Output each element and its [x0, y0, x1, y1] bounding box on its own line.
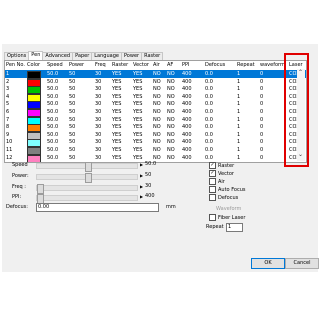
cell-power: 50 [69, 154, 76, 161]
col-ppi: PPI [182, 62, 190, 68]
col-freq: Freq [95, 62, 106, 68]
ppi-label: PPI: [12, 194, 22, 200]
cell-freq: 30 [95, 154, 102, 161]
fiber-laser-checkbox[interactable]: Fiber Laser [209, 214, 245, 221]
tab-bar: Options Pen Advanced Paper Language Powe… [4, 51, 164, 60]
power-slider[interactable] [36, 173, 138, 183]
spin-arrow-icon[interactable]: ▶ [140, 161, 143, 168]
checkbox-box[interactable] [209, 194, 216, 201]
checkbox-box[interactable] [209, 178, 216, 185]
checkbox-box[interactable] [209, 214, 216, 221]
col-power: Power [69, 62, 85, 68]
cell-repeat: 1 [237, 154, 241, 161]
tab-raster[interactable]: Raster [141, 52, 164, 60]
table-scrollbar[interactable]: ⌃ ⌄ [297, 69, 305, 161]
col-vector: Vector [133, 62, 149, 68]
repeat-input[interactable]: 1 [226, 223, 243, 232]
spin-arrow-icon[interactable]: ▶ [140, 183, 143, 190]
spin-arrow-icon[interactable]: ▶ [140, 193, 143, 200]
tab-paper[interactable]: Paper [72, 52, 93, 60]
ppi-slider[interactable] [36, 194, 138, 204]
checkbox-box[interactable]: ✓ [209, 162, 216, 169]
repeat-label: Repeat [206, 224, 224, 230]
speed-slider-thumb[interactable] [84, 162, 92, 172]
col-air: Air [153, 62, 160, 68]
defocus-checkbox[interactable]: Defocus [209, 194, 238, 201]
defocus-unit: mm [166, 204, 176, 210]
speed-spinner[interactable]: ▶ 50.0 [140, 161, 170, 168]
power-label: Power: [12, 173, 29, 179]
pen-table: Pen No. Color Speed Power Freq Raster Ve… [4, 60, 307, 163]
col-af: AF [167, 62, 174, 68]
col-repeat: Repeat [237, 62, 255, 68]
col-raster: Raster [112, 62, 129, 68]
cancel-button[interactable]: Cancel [285, 258, 319, 269]
col-color: Color [27, 62, 41, 68]
cell-waveform: 0 [260, 154, 264, 161]
pen-color-swatch[interactable] [27, 154, 41, 162]
scroll-down-icon[interactable]: ⌄ [298, 151, 303, 158]
cell-defocus: 0.0 [205, 154, 213, 161]
cell-speed: 50.0 [47, 154, 59, 161]
freq-slider-thumb[interactable] [37, 184, 44, 194]
freq-spinner[interactable]: ▶ 30 [140, 183, 170, 190]
tab-power[interactable]: Power [120, 52, 143, 60]
waveform-label: Waveform [216, 206, 242, 212]
scroll-up-icon[interactable]: ⌃ [298, 69, 303, 76]
air-checkbox[interactable]: Air [209, 178, 225, 185]
freq-label: Freq : [12, 184, 26, 190]
table-header: Pen No. Color Speed Power Freq Raster Ve… [5, 61, 306, 70]
col-defocus: Defocus [205, 62, 226, 68]
speed-label: Speed [12, 162, 28, 168]
checkbox-box[interactable]: ✓ [209, 170, 216, 177]
power-spinner[interactable]: ▶ 50 [140, 172, 170, 179]
tab-advanced[interactable]: Advanced [42, 52, 74, 60]
cell-raster: YES [112, 154, 122, 161]
ok-button[interactable]: OK [251, 258, 285, 269]
auto-focus-checkbox[interactable]: Auto Focus [209, 186, 245, 193]
cell-ppi: 400 [182, 154, 192, 161]
ppi-spinner[interactable]: ▶ 400 [140, 193, 170, 200]
cell-pen: 12 [6, 154, 13, 161]
raster-checkbox[interactable]: ✓ Raster [209, 162, 234, 169]
defocus-label: Defocus: [6, 204, 28, 210]
col-waveform: waveform [260, 62, 285, 68]
power-slider-thumb[interactable] [84, 173, 92, 183]
tab-pen[interactable]: Pen [28, 51, 44, 60]
defocus-input[interactable]: 0.00 [36, 203, 159, 212]
tab-language[interactable]: Language [91, 52, 122, 60]
vector-checkbox[interactable]: ✓ Vector [209, 170, 234, 177]
speed-slider[interactable] [36, 162, 138, 172]
spin-arrow-icon[interactable]: ▶ [140, 172, 143, 179]
col-pen-no: Pen No. [6, 62, 25, 68]
freq-slider[interactable] [36, 184, 138, 194]
col-speed: Speed [47, 62, 63, 68]
checkbox-box[interactable] [209, 186, 216, 193]
tab-options[interactable]: Options [4, 52, 30, 60]
